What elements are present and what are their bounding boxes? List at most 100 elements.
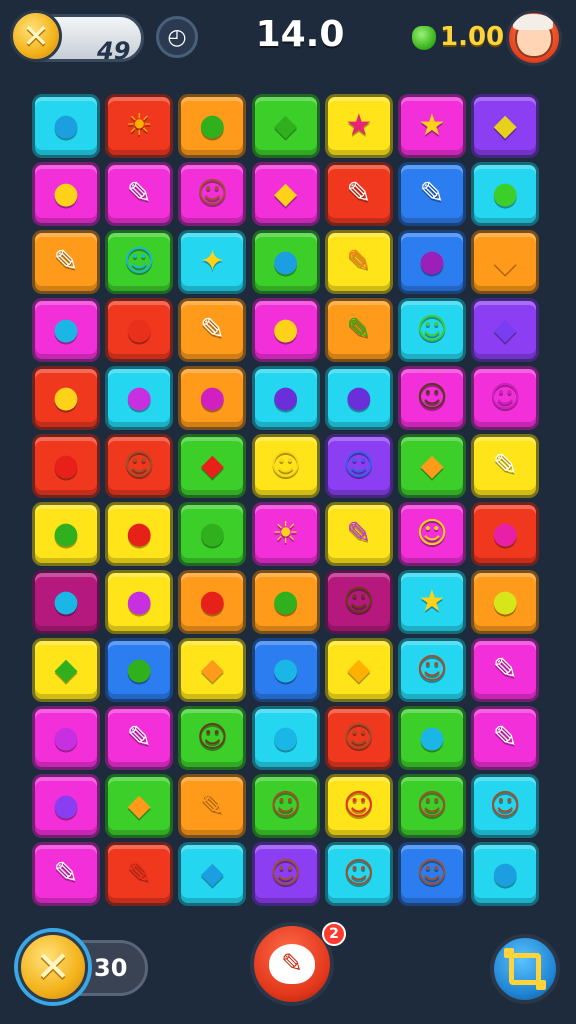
game-tile[interactable]: ● (251, 366, 320, 430)
tile-symbol-icon: ● (272, 244, 299, 279)
game-tile[interactable]: ● (398, 230, 466, 294)
game-tile[interactable]: ● (32, 706, 100, 770)
game-tile[interactable]: ◆ (398, 434, 466, 498)
game-tile[interactable]: ☺ (398, 366, 466, 430)
x-icon[interactable]: ✕ (18, 932, 88, 1002)
game-tile[interactable]: ✎ (471, 434, 540, 498)
game-tile[interactable]: ★ (324, 94, 393, 158)
game-tile[interactable]: ◆ (324, 638, 393, 702)
game-tile[interactable]: ● (471, 502, 540, 566)
game-tile[interactable]: ☺ (178, 706, 247, 770)
shuffle-button[interactable] (490, 934, 560, 1004)
game-tile[interactable]: ● (32, 502, 100, 566)
game-tile[interactable]: ● (32, 774, 100, 838)
tile-symbol-icon: ✎ (126, 856, 152, 891)
game-tile[interactable]: ☀ (105, 94, 174, 158)
game-tile[interactable]: ✎ (105, 706, 174, 770)
game-tile[interactable]: ☺ (324, 774, 393, 838)
game-tile[interactable]: ● (178, 570, 247, 634)
game-tile[interactable]: ✎ (324, 502, 393, 566)
game-tile[interactable]: ✎ (178, 298, 247, 362)
avatar-button[interactable] (506, 10, 562, 66)
game-tile[interactable]: ☺ (398, 298, 466, 362)
game-tile[interactable]: ☺ (324, 434, 393, 498)
game-tile[interactable]: ● (178, 366, 247, 430)
game-tile[interactable]: ☺ (398, 502, 466, 566)
game-tile[interactable]: ● (32, 366, 100, 430)
tile-symbol-icon: ☺ (343, 448, 375, 483)
game-tile[interactable]: ◆ (105, 774, 174, 838)
game-tile[interactable]: ☺ (178, 162, 247, 226)
game-tile[interactable]: ● (251, 706, 320, 770)
game-tile[interactable]: ✦ (178, 230, 247, 294)
tile-symbol-icon: ◆ (127, 788, 151, 823)
game-tile[interactable]: ✎ (32, 842, 100, 906)
game-tile[interactable]: ● (251, 570, 320, 634)
game-tile[interactable]: ☺ (324, 842, 393, 906)
game-tile[interactable]: ◆ (251, 94, 320, 158)
tile-symbol-icon: ● (52, 312, 80, 347)
game-tile[interactable]: ✎ (398, 162, 466, 226)
tile-symbol-icon: ☺ (489, 788, 521, 823)
game-tile[interactable]: ● (32, 434, 100, 498)
game-tile[interactable]: ✎ (105, 842, 174, 906)
game-tile[interactable]: ◆ (32, 638, 100, 702)
game-tile[interactable]: ✎ (471, 638, 540, 702)
game-tile[interactable]: ● (105, 570, 174, 634)
game-tile[interactable]: ● (471, 162, 540, 226)
clock-icon[interactable]: ◴ (156, 16, 198, 58)
game-tile[interactable]: ● (398, 706, 466, 770)
tile-symbol-icon: ✎ (126, 176, 152, 211)
game-tile[interactable]: ☺ (251, 842, 320, 906)
game-tile[interactable]: ● (105, 638, 174, 702)
game-tile[interactable]: ✎ (324, 162, 393, 226)
game-tile[interactable]: ● (32, 298, 100, 362)
game-tile[interactable]: ● (105, 298, 174, 362)
game-tile[interactable]: ☺ (398, 638, 466, 702)
tile-symbol-icon: ✎ (199, 312, 225, 347)
game-tile[interactable]: ● (178, 502, 247, 566)
game-tile[interactable]: ☺ (324, 570, 393, 634)
game-tile[interactable]: ● (251, 638, 320, 702)
game-tile[interactable]: ☺ (471, 774, 540, 838)
game-tile[interactable]: ● (32, 570, 100, 634)
game-tile[interactable]: ● (324, 366, 393, 430)
tile-symbol-icon: ☺ (196, 720, 229, 755)
game-tile[interactable]: ★ (398, 570, 466, 634)
game-tile[interactable]: ● (471, 842, 540, 906)
tile-symbol-icon: ● (492, 516, 519, 551)
game-tile[interactable]: ● (32, 162, 100, 226)
game-tile[interactable]: ◆ (178, 842, 247, 906)
game-tile[interactable]: ● (251, 230, 320, 294)
game-tile[interactable]: ✎ (32, 230, 100, 294)
game-tile[interactable]: ☺ (251, 774, 320, 838)
game-tile[interactable]: ✎ (105, 162, 174, 226)
game-tile[interactable]: ☺ (398, 774, 466, 838)
game-tile[interactable]: ◆ (471, 298, 540, 362)
game-tile[interactable]: ☺ (105, 434, 174, 498)
game-tile[interactable]: ★ (398, 94, 466, 158)
tile-symbol-icon: ☺ (343, 788, 375, 823)
game-tile[interactable]: ● (105, 502, 174, 566)
game-tile[interactable]: ● (178, 94, 247, 158)
game-tile[interactable]: ● (251, 298, 320, 362)
game-tile[interactable]: ● (471, 570, 540, 634)
game-tile[interactable]: ◆ (251, 162, 320, 226)
tile-symbol-icon: ☀ (272, 516, 300, 551)
game-tile[interactable]: ☺ (105, 230, 174, 294)
game-tile[interactable]: ● (32, 94, 100, 158)
game-tile[interactable]: ☺ (324, 706, 393, 770)
game-tile[interactable]: ◆ (178, 638, 247, 702)
game-tile[interactable]: ● (105, 366, 174, 430)
game-tile[interactable]: ✎ (324, 230, 393, 294)
game-tile[interactable]: ☺ (471, 366, 540, 430)
game-tile[interactable]: ✎ (471, 706, 540, 770)
game-tile[interactable]: ◆ (471, 230, 540, 294)
game-tile[interactable]: ☺ (398, 842, 466, 906)
game-tile[interactable]: ◆ (471, 94, 540, 158)
game-tile[interactable]: ☺ (251, 434, 320, 498)
game-tile[interactable]: ✎ (178, 774, 247, 838)
game-tile[interactable]: ✎ (324, 298, 393, 362)
game-tile[interactable]: ☀ (251, 502, 320, 566)
game-tile[interactable]: ◆ (178, 434, 247, 498)
